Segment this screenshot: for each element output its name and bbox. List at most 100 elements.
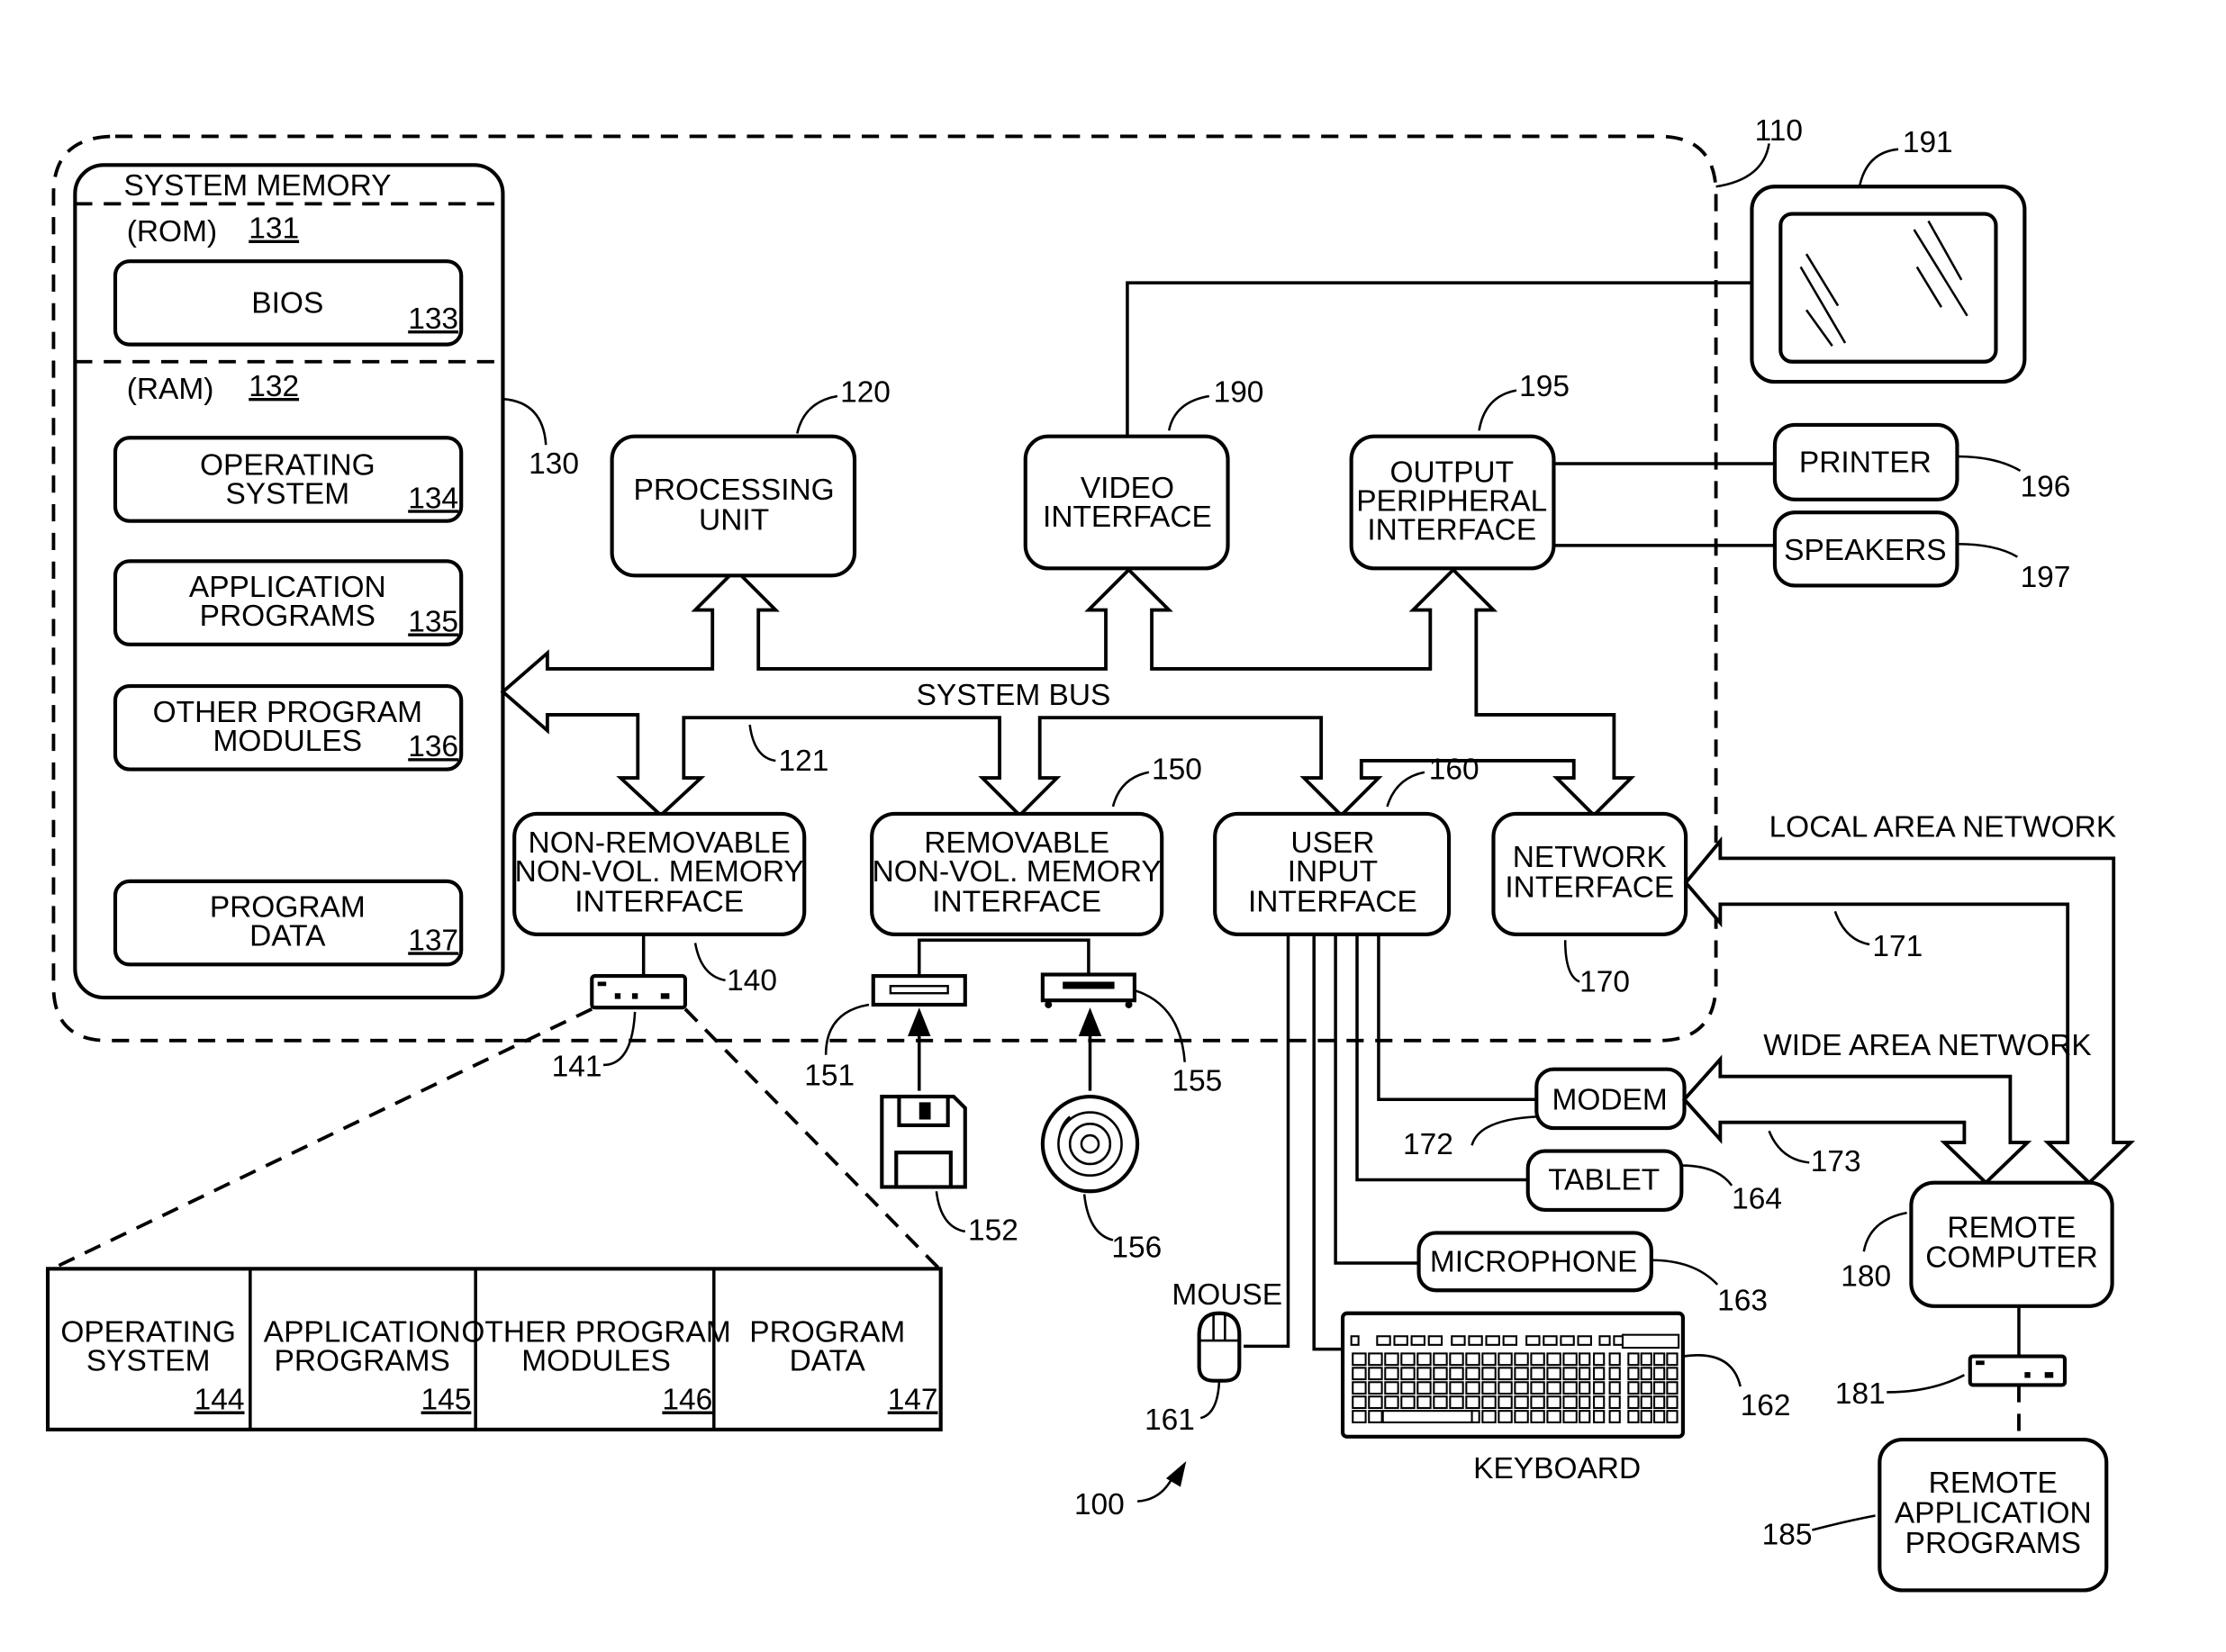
modem[interactable]: MODEM (1534, 1067, 1687, 1131)
key (1449, 1352, 1464, 1367)
floppy-drive-icon[interactable] (871, 974, 967, 1007)
tablet[interactable]: TABLET (1525, 1149, 1684, 1213)
system-memory-title: SYSTEM MEMORY (124, 169, 392, 203)
key (1530, 1352, 1545, 1367)
key (1546, 1352, 1561, 1367)
key (1514, 1381, 1529, 1395)
video-interface-line2: INTERFACE (1043, 501, 1212, 534)
printer[interactable]: PRINTER (1772, 422, 1959, 501)
network-interface[interactable]: NETWORK INTERFACE (1491, 811, 1688, 936)
speakers-ref: 197 (2021, 561, 2071, 594)
remote-application-programs[interactable]: REMOTE APPLICATION PROGRAMS (1878, 1437, 2109, 1593)
key (1579, 1381, 1591, 1395)
key (1481, 1410, 1497, 1423)
figure-number: 100 (1074, 1488, 1125, 1521)
key (1498, 1381, 1513, 1395)
key (1640, 1381, 1652, 1395)
non-removable-line3: INTERFACE (575, 885, 744, 918)
bios-box[interactable]: BIOS 133 (113, 259, 464, 347)
key (1384, 1352, 1399, 1367)
network-interface-line2: INTERFACE (1505, 871, 1674, 904)
removable-memory-interface[interactable]: REMOVABLE NON-VOL. MEMORY INTERFACE (870, 811, 1164, 936)
key (1427, 1335, 1443, 1346)
microphone[interactable]: MICROPHONE (1416, 1231, 1653, 1293)
key (1514, 1395, 1529, 1410)
disk-app-line2: PROGRAMS (275, 1345, 450, 1378)
processing-unit[interactable]: PROCESSING UNIT (610, 434, 857, 578)
remote-apps-line1: REMOTE (1929, 1467, 2058, 1500)
other-program-modules-box[interactable]: OTHER PROGRAM MODULES 136 (113, 683, 464, 772)
key (1627, 1410, 1640, 1423)
key (1451, 1335, 1466, 1346)
key (1627, 1395, 1640, 1410)
key (1400, 1395, 1416, 1410)
program-data-ref: 137 (408, 924, 458, 957)
key (1546, 1410, 1561, 1423)
wan-ref: 173 (1811, 1145, 1861, 1178)
disk-app-ref: 145 (421, 1384, 472, 1417)
key (1593, 1395, 1606, 1410)
key (1384, 1367, 1399, 1381)
monitor-ref: 191 (1903, 126, 1953, 159)
modem-ref: 172 (1403, 1128, 1453, 1161)
output-peripheral-line3: INTERFACE (1367, 513, 1536, 546)
wan-label: WIDE AREA NETWORK (1763, 1029, 2091, 1062)
key (1579, 1367, 1591, 1381)
key (1560, 1335, 1575, 1346)
key (1400, 1367, 1416, 1381)
video-interface[interactable]: VIDEO INTERFACE (1023, 434, 1230, 571)
operating-system-line2: SYSTEM (225, 478, 349, 511)
key (1433, 1381, 1448, 1395)
hard-disk-icon[interactable] (590, 974, 687, 1010)
speakers[interactable]: SPEAKERS (1772, 510, 1959, 588)
key (1468, 1335, 1483, 1346)
key (1666, 1410, 1679, 1423)
key (1546, 1367, 1561, 1381)
remote-hard-disk-icon[interactable] (1968, 1354, 2068, 1387)
microphone-label: MICROPHONE (1430, 1246, 1638, 1279)
bios-label: BIOS (251, 287, 323, 320)
remote-apps-line3: PROGRAMS (1905, 1527, 2081, 1560)
optical-drive-ref: 155 (1172, 1065, 1222, 1098)
application-programs-box[interactable]: APPLICATION PROGRAMS 135 (113, 559, 464, 646)
key (1433, 1352, 1448, 1367)
user-input-ref: 160 (1429, 754, 1479, 787)
user-input-line3: INTERFACE (1248, 885, 1417, 918)
key (1593, 1410, 1606, 1423)
remote-computer-line2: COMPUTER (1925, 1241, 2098, 1275)
key (1653, 1395, 1666, 1410)
optical-drive-icon[interactable] (1040, 972, 1136, 1008)
speakers-label: SPEAKERS (1784, 534, 1946, 567)
key (1352, 1395, 1367, 1410)
modem-label: MODEM (1552, 1083, 1667, 1116)
program-data-box[interactable]: PROGRAM DATA 137 (113, 879, 464, 967)
tablet-label: TABLET (1548, 1164, 1660, 1197)
mouse-icon[interactable] (1197, 1311, 1242, 1383)
optical-disk-icon[interactable] (1040, 1094, 1140, 1194)
key (1400, 1381, 1416, 1395)
key (1640, 1410, 1652, 1423)
key (1653, 1352, 1666, 1367)
tablet-ref: 164 (1732, 1182, 1782, 1215)
keyboard-icon[interactable] (1341, 1311, 1685, 1439)
non-removable-memory-interface[interactable]: NON-REMOVABLE NON-VOL. MEMORY INTERFACE (512, 811, 807, 936)
other-program-modules-line2: MODULES (213, 725, 363, 758)
output-peripheral-interface[interactable]: OUTPUT PERIPHERAL INTERFACE (1349, 434, 1556, 571)
key (1653, 1367, 1666, 1381)
key (1465, 1367, 1480, 1381)
processing-unit-line2: UNIT (699, 503, 769, 537)
key (1350, 1335, 1360, 1346)
key (1368, 1367, 1383, 1381)
monitor[interactable] (1750, 185, 2027, 384)
remote-computer[interactable]: REMOTE COMPUTER (1909, 1180, 2114, 1308)
user-input-interface[interactable]: USER INPUT INTERFACE (1213, 811, 1452, 936)
removable-line2: NON-VOL. MEMORY (873, 855, 1162, 889)
operating-system-box[interactable]: OPERATING SYSTEM 134 (113, 436, 464, 523)
remote-hard-disk-ref: 181 (1835, 1377, 1886, 1411)
floppy-disk-icon[interactable] (880, 1094, 967, 1189)
rom-ref: 131 (249, 212, 299, 246)
processing-unit-line1: PROCESSING (634, 474, 835, 507)
key (1368, 1395, 1383, 1410)
key (1368, 1352, 1383, 1367)
key (1416, 1381, 1432, 1395)
